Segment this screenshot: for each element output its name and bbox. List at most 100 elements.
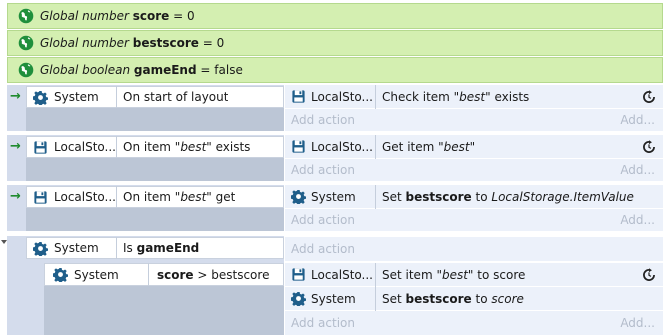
subevent-condition[interactable]: System score > bestscore (44, 263, 284, 286)
action-param: "best" (453, 89, 491, 104)
condition-param: "best" (174, 190, 212, 204)
variable-name: score (132, 9, 170, 23)
divider (375, 134, 376, 159)
condition-variable: score (157, 267, 194, 282)
condition-object: LocalSto... (54, 190, 116, 204)
divider (375, 262, 376, 287)
condition-text: On item (123, 140, 175, 154)
action-text-mid: to (471, 291, 492, 306)
add-action-label: Add action (291, 163, 355, 177)
event-1-add-action[interactable]: Add action Add... (285, 109, 663, 131)
divider (148, 263, 149, 286)
trigger-arrow-icon: → (10, 89, 21, 104)
action-text-end: to score (473, 267, 526, 282)
event-1-condition[interactable]: System On start of layout (26, 86, 284, 108)
variable-name: bestscore (132, 36, 199, 50)
condition-variable: gameEnd (136, 241, 200, 255)
event-3-condition-empty (26, 208, 284, 231)
condition-text: Is (123, 241, 137, 255)
event-1-condition-empty (26, 108, 284, 131)
event-4-condition[interactable]: System Is gameEnd (26, 237, 284, 259)
action-object: LocalSto... (311, 89, 373, 104)
condition-text: > bestscore (193, 267, 270, 282)
event-3-add-action[interactable]: Add action Add... (285, 209, 663, 231)
subevent-add-action[interactable]: Add action Add... (285, 311, 663, 335)
action-text: Set item (382, 267, 437, 282)
divider (116, 237, 117, 259)
condition-object: System (74, 267, 119, 282)
variable-value: = false (200, 63, 243, 77)
event-1-action[interactable]: LocalSto... Check item "best" exists (285, 84, 663, 109)
action-object: System (311, 189, 356, 204)
gear-icon (291, 291, 306, 306)
action-param: LocalStorage.ItemValue (491, 189, 634, 204)
variable-type: Global number (40, 36, 129, 50)
globe-icon (18, 8, 34, 24)
add-more-label: Add... (620, 113, 655, 127)
action-text-mid: to (471, 189, 492, 204)
condition-text-end: exists (211, 140, 251, 154)
variable-name: gameEnd (133, 63, 197, 77)
event-3-action[interactable]: System Set bestscore to LocalStorage.Ite… (285, 184, 663, 209)
event-2-condition-empty (26, 158, 284, 181)
condition-param: "best" (174, 140, 212, 154)
globe-icon (18, 62, 34, 78)
subevent-action-1[interactable]: LocalSto... Set item "best" to score (285, 262, 663, 287)
event-4-add-action[interactable]: Add action (285, 237, 663, 261)
event-3-condition[interactable]: LocalSto... On item "best" get (26, 186, 284, 208)
add-action-label: Add action (291, 316, 355, 330)
global-variable-bestscore[interactable]: Global number bestscore = 0 (7, 30, 663, 56)
condition-object: System (54, 90, 99, 104)
gear-icon (53, 267, 68, 282)
subevent-condition-empty (44, 286, 284, 335)
variable-type: Global number (40, 9, 129, 23)
async-refresh-icon (642, 268, 656, 282)
subevent-action-2[interactable]: System Set bestscore to score (285, 286, 663, 311)
global-variable-score[interactable]: Global number score = 0 (7, 3, 663, 29)
global-variable-gameend[interactable]: Global boolean gameEnd = false (7, 57, 663, 83)
collapse-toggle-icon[interactable] (0, 236, 8, 248)
condition-text: On start of layout (123, 90, 229, 104)
add-more-label: Add... (620, 213, 655, 227)
localstorage-icon (33, 140, 48, 155)
localstorage-icon (291, 89, 306, 104)
add-action-label: Add action (291, 113, 355, 127)
variable-type: Global boolean (40, 63, 131, 77)
divider (116, 86, 117, 108)
async-refresh-icon (642, 140, 656, 154)
add-more-label: Add... (620, 163, 655, 177)
trigger-arrow-icon: → (10, 189, 21, 204)
action-text: Set (382, 291, 406, 306)
action-text: Get item (382, 139, 439, 154)
localstorage-icon (33, 190, 48, 205)
condition-object: System (54, 241, 99, 255)
add-more-label: Add... (620, 316, 655, 330)
action-object: System (311, 291, 356, 306)
action-text: Set (382, 189, 406, 204)
event-2-condition[interactable]: LocalSto... On item "best" exists (26, 136, 284, 158)
action-object: LocalSto... (311, 267, 373, 282)
condition-text: On item (123, 190, 175, 204)
trigger-arrow-icon: → (10, 139, 21, 154)
globe-icon (18, 35, 34, 51)
localstorage-icon (291, 139, 306, 154)
variable-value: = 0 (173, 9, 195, 23)
localstorage-icon (291, 267, 306, 282)
gear-icon (33, 90, 48, 105)
action-variable: bestscore (405, 291, 472, 306)
action-variable: bestscore (405, 189, 472, 204)
divider (375, 286, 376, 311)
event-2-action[interactable]: LocalSto... Get item "best" (285, 134, 663, 159)
event-2-add-action[interactable]: Add action Add... (285, 159, 663, 181)
add-action-label: Add action (291, 213, 355, 227)
condition-object: LocalSto... (54, 140, 116, 154)
action-param: "best" (438, 139, 476, 154)
gear-icon (33, 241, 48, 256)
action-param: "best" (436, 267, 474, 282)
gear-icon (291, 189, 306, 204)
action-text: Check item (382, 89, 454, 104)
divider (116, 136, 117, 158)
action-text-end: exists (490, 89, 530, 104)
variable-value: = 0 (202, 36, 225, 50)
condition-text-end: get (211, 190, 236, 204)
